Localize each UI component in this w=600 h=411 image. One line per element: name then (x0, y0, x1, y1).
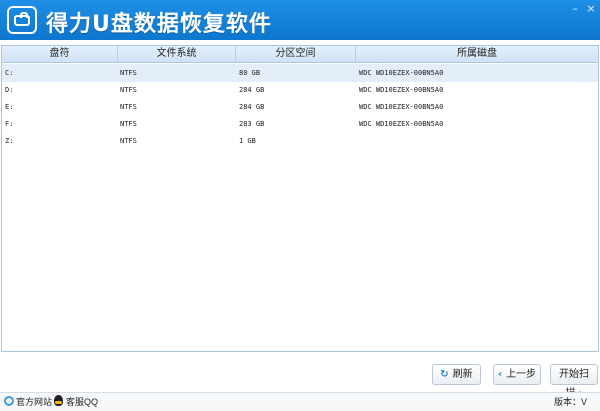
website-label: 官方网站 (16, 397, 53, 407)
cell-drive: F: (5, 120, 14, 128)
refresh-label: 刷新 (452, 369, 473, 380)
table-row[interactable]: Z: NTFS 1 GB (2, 132, 598, 150)
cell-size: 284 GB (239, 103, 265, 111)
cell-size: 284 GB (239, 86, 265, 94)
cell-filesystem: NTFS (120, 69, 137, 77)
qq-label: 客服QQ (66, 397, 99, 407)
prev-step-label: 上一步 (506, 369, 537, 380)
cell-disk: WDC WD10EZEX-00BN5A0 (359, 120, 444, 128)
cell-filesystem: NTFS (120, 86, 137, 94)
status-bar: 官方网站 客服QQ 版本：V 2.1.8 (0, 392, 600, 411)
table-row[interactable]: F: NTFS 283 GB WDC WD10EZEX-00BN5A0 (2, 115, 598, 133)
start-scan-button[interactable]: 开始扫描› (550, 364, 598, 399)
refresh-button[interactable]: ↻ 刷新 (432, 364, 481, 385)
title-bar: 得力U盘数据恢复软件 – × (0, 0, 600, 40)
cell-drive: E: (5, 103, 14, 111)
qq-support-link[interactable]: 客服QQ (54, 395, 98, 410)
header-filesystem[interactable]: 文件系统 (118, 46, 236, 62)
cell-filesystem: NTFS (120, 103, 137, 111)
header-drive[interactable]: 盘符 (2, 46, 118, 62)
cell-filesystem: NTFS (120, 120, 137, 128)
qq-icon (54, 395, 63, 406)
cell-size: 283 GB (239, 120, 265, 128)
cell-disk: WDC WD10EZEX-00BN5A0 (359, 103, 444, 111)
browser-icon (4, 396, 14, 406)
cell-drive: C: (5, 69, 14, 77)
cell-size: 80 GB (239, 69, 261, 77)
header-disk[interactable]: 所属磁盘 (356, 46, 598, 62)
minimize-button[interactable]: – (568, 3, 582, 15)
refresh-icon: ↻ (440, 369, 449, 380)
cell-drive: D: (5, 86, 14, 94)
table-row[interactable]: C: NTFS 80 GB WDC WD10EZEX-00BN5A0 (2, 64, 598, 82)
prev-step-button[interactable]: ‹ 上一步 (493, 364, 541, 385)
cell-disk: WDC WD10EZEX-00BN5A0 (359, 69, 444, 77)
version-label: 版本：V 2.1.8 (554, 397, 588, 407)
table-row[interactable]: D: NTFS 284 GB WDC WD10EZEX-00BN5A0 (2, 81, 598, 99)
website-link[interactable]: 官方网站 (4, 395, 52, 410)
cell-drive: Z: (5, 137, 14, 145)
header-size[interactable]: 分区空间 (236, 46, 356, 62)
close-button[interactable]: × (584, 3, 598, 15)
chevron-left-icon: ‹ (497, 369, 503, 380)
app-title: 得力U盘数据恢复软件 (46, 12, 272, 37)
table-row[interactable]: E: NTFS 284 GB WDC WD10EZEX-00BN5A0 (2, 98, 598, 116)
cell-filesystem: NTFS (120, 137, 137, 145)
usb-drive-icon (7, 6, 37, 34)
partition-table: 盘符 文件系统 分区空间 所属磁盘 C: NTFS 80 GB WDC WD10… (1, 45, 599, 352)
table-header: 盘符 文件系统 分区空间 所属磁盘 (2, 46, 598, 63)
cell-disk: WDC WD10EZEX-00BN5A0 (359, 86, 444, 94)
cell-size: 1 GB (239, 137, 256, 145)
